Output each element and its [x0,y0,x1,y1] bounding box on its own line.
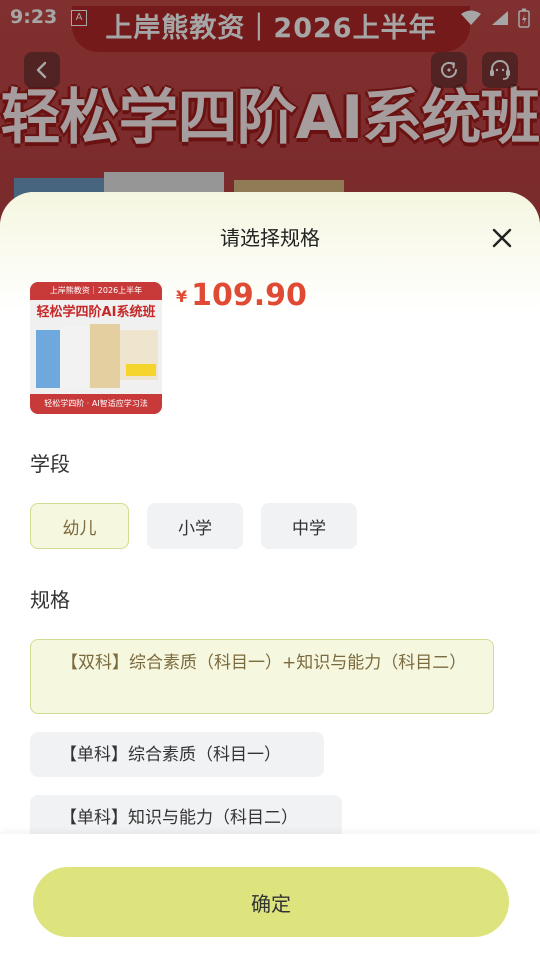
spec-option-single-1[interactable]: 【单科】综合素质（科目一） [30,732,324,777]
spec-selection-sheet: 请选择规格 上岸熊教资｜2026上半年 轻松学四阶AI系统班 轻松学四阶 · A… [0,192,540,960]
product-thumbnail: 上岸熊教资｜2026上半年 轻松学四阶AI系统班 轻松学四阶 · AI智适应学习… [30,282,162,414]
currency-symbol: ¥ [176,287,188,306]
spec-section-label: 规格 [30,588,70,612]
stage-option-primary[interactable]: 小学 [147,503,243,549]
sheet-title: 请选择规格 [220,226,320,250]
spec-option-dual[interactable]: 【双科】综合素质（科目一）+知识与能力（科目二） [30,639,494,714]
price-value: 109.90 [191,278,307,313]
confirm-button[interactable]: 确定 [33,867,509,937]
stage-option-middle[interactable]: 中学 [261,503,357,549]
stage-option-preschool[interactable]: 幼儿 [30,503,129,549]
thumb-banner: 上岸熊教资｜2026上半年 [30,282,162,300]
thumb-title: 轻松学四阶AI系统班 [36,305,156,320]
product-price: ¥109.90 [176,278,307,313]
close-icon [492,228,512,248]
close-button[interactable] [486,222,518,254]
stage-section-label: 学段 [30,452,70,476]
thumb-bottom-caption: 轻松学四阶 · AI智适应学习法 [30,394,162,414]
